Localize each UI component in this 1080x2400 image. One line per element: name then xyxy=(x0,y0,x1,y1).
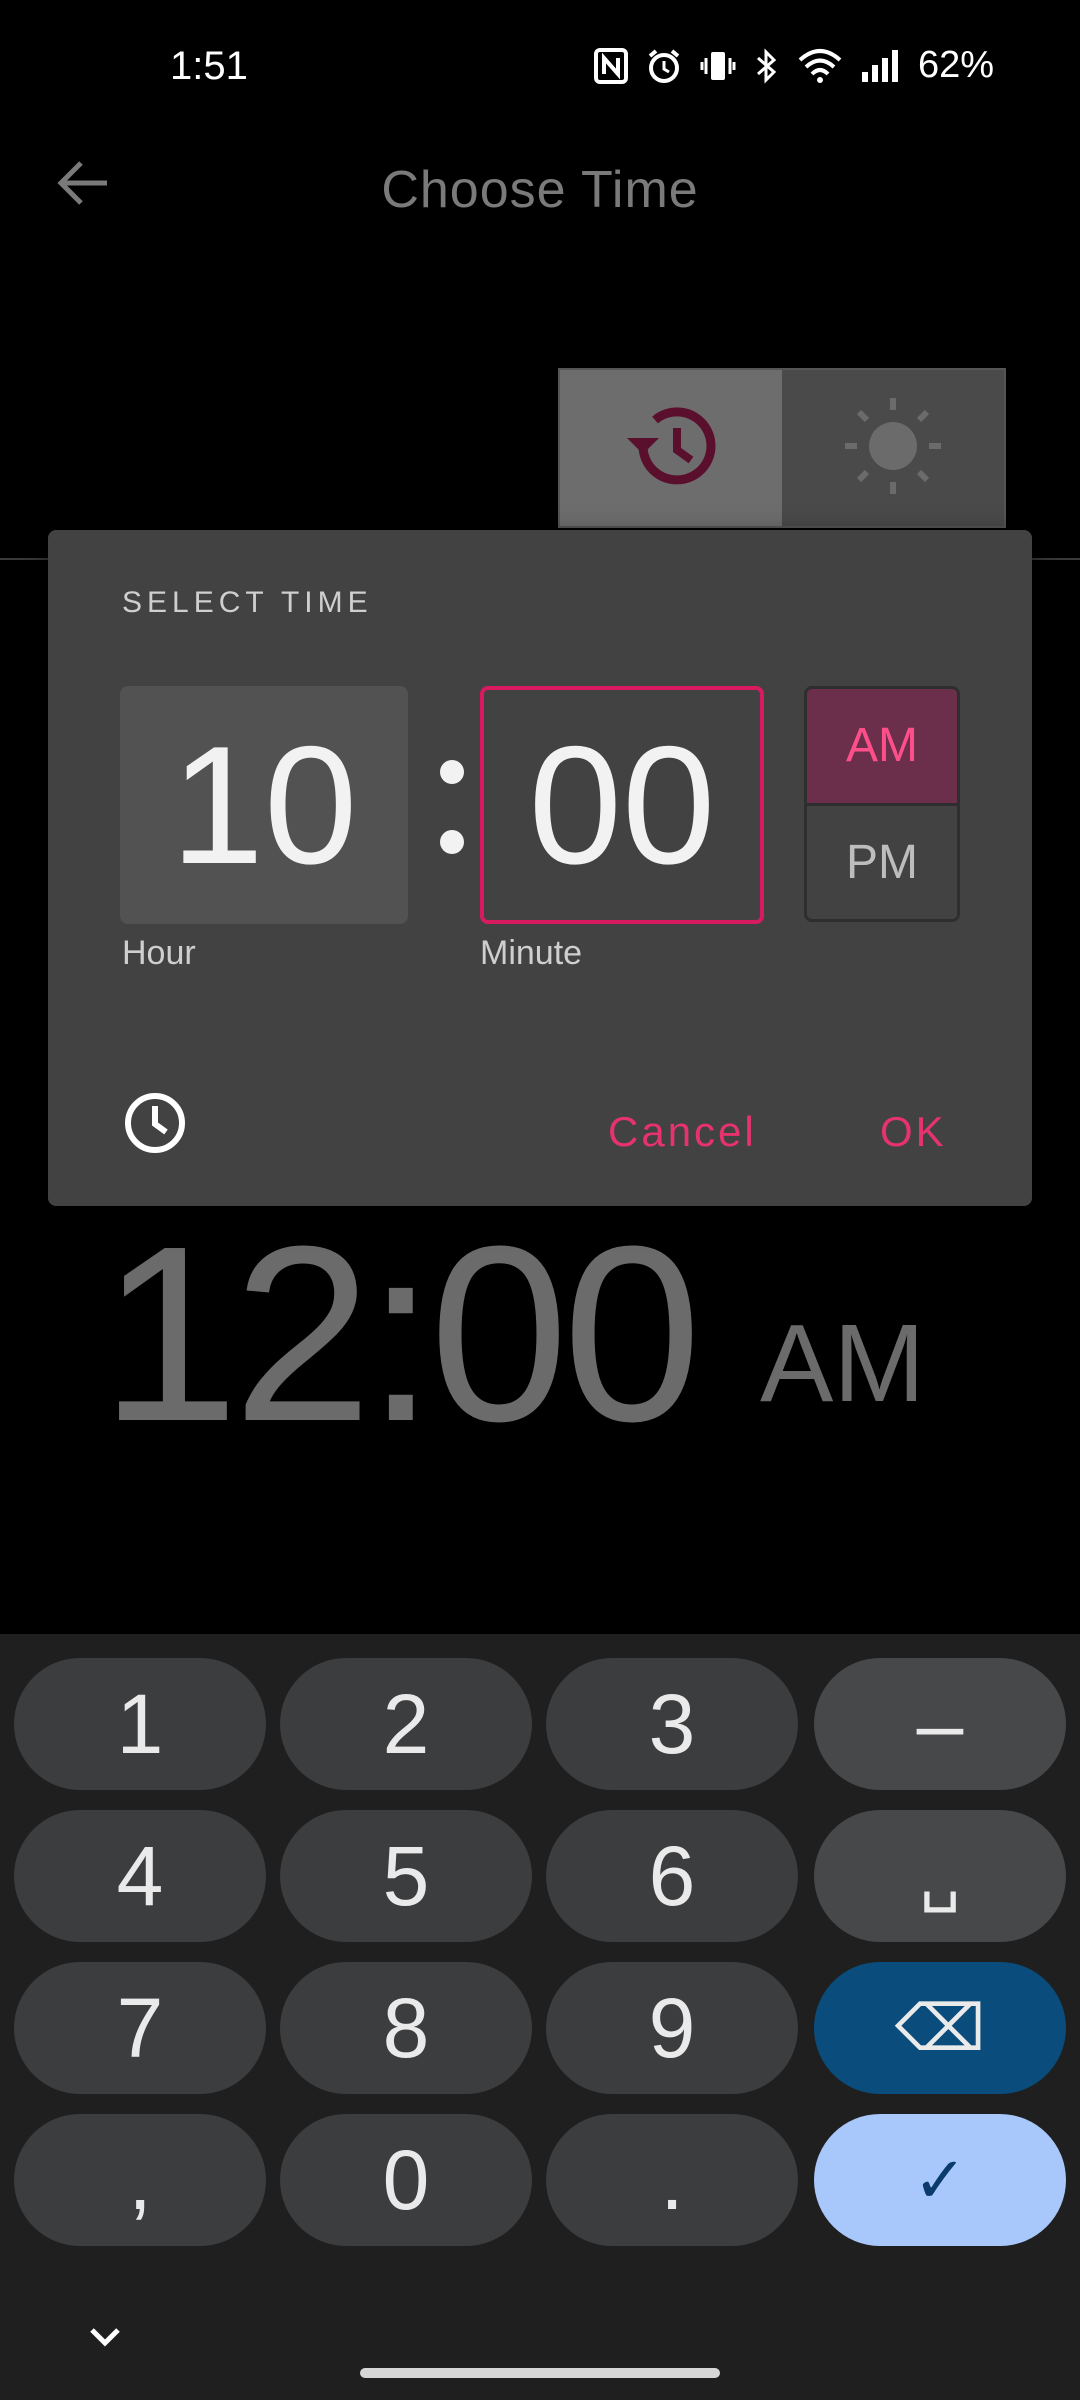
history-icon xyxy=(621,398,721,499)
chevron-down-icon xyxy=(80,2328,130,2360)
nfc-icon xyxy=(593,47,628,84)
sun-icon xyxy=(841,394,945,503)
key-4[interactable]: 4 xyxy=(14,1810,266,1942)
status-time: 1:51 xyxy=(170,44,248,88)
signal-icon xyxy=(860,48,900,84)
key-backspace[interactable]: ⌫ xyxy=(814,1962,1066,2094)
status-icons: 62% xyxy=(593,44,994,87)
key-period[interactable]: . xyxy=(546,2114,798,2246)
key-space[interactable]: ␣ xyxy=(814,1810,1066,1942)
key-1[interactable]: 1 xyxy=(14,1658,266,1790)
key-8[interactable]: 8 xyxy=(280,1962,532,2094)
am-button[interactable]: AM xyxy=(807,689,957,806)
wifi-icon xyxy=(798,48,842,84)
minute-input[interactable]: 00 xyxy=(480,686,764,924)
key-9[interactable]: 9 xyxy=(546,1962,798,2094)
ok-button[interactable]: OK xyxy=(880,1108,947,1156)
hour-input[interactable]: 10 xyxy=(120,686,408,924)
page-title: Choose Time xyxy=(381,161,699,219)
key-2[interactable]: 2 xyxy=(280,1658,532,1790)
bluetooth-icon xyxy=(754,47,780,84)
home-indicator[interactable] xyxy=(360,2368,720,2378)
key-5[interactable]: 5 xyxy=(280,1810,532,1942)
minute-label: Minute xyxy=(480,934,583,972)
pm-button[interactable]: PM xyxy=(807,805,957,919)
ampm-toggle: AM PM xyxy=(804,686,960,922)
current-time-display: 12:00 xyxy=(100,1194,702,1473)
key-0[interactable]: 0 xyxy=(280,2114,532,2246)
time-picker-dialog: SELECT TIME 10 00 Hour Minute AM PM Canc… xyxy=(48,530,1032,1206)
alarm-icon xyxy=(646,48,682,84)
key-3[interactable]: 3 xyxy=(546,1658,798,1790)
history-mode-button[interactable] xyxy=(560,370,782,526)
clock-icon[interactable] xyxy=(122,1090,188,1156)
dialog-title: SELECT TIME xyxy=(122,586,373,619)
time-separator xyxy=(432,730,472,880)
battery-percent: 62% xyxy=(917,44,994,86)
key-done[interactable]: ✓ xyxy=(814,2114,1066,2246)
vibrate-icon xyxy=(700,48,736,84)
keyboard-collapse-button[interactable] xyxy=(80,2316,130,2356)
current-ampm-display: AM xyxy=(760,1302,925,1425)
key-comma[interactable]: , xyxy=(14,2114,266,2246)
key-minus[interactable]: – xyxy=(814,1658,1066,1790)
mode-toggle xyxy=(558,368,1006,528)
key-6[interactable]: 6 xyxy=(546,1810,798,1942)
sun-mode-button[interactable] xyxy=(782,370,1004,526)
hour-label: Hour xyxy=(122,934,196,972)
key-7[interactable]: 7 xyxy=(14,1962,266,2094)
cancel-button[interactable]: Cancel xyxy=(608,1108,757,1156)
